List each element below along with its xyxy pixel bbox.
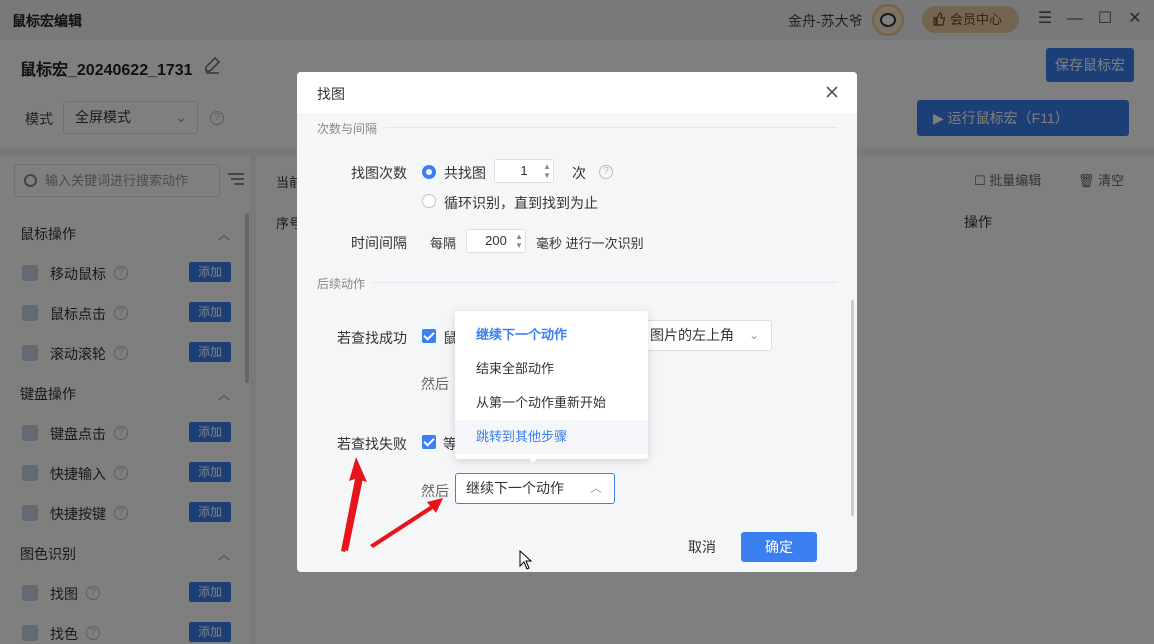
fail-label: 若查找失败 — [337, 436, 407, 452]
interval-value: 200 — [485, 233, 507, 248]
divider — [385, 127, 837, 128]
radio-loop[interactable] — [422, 194, 436, 208]
divider — [373, 282, 837, 283]
fail-action-dropdown: 继续下一个动作 结束全部动作 从第一个动作重新开始 跳转到其他步骤 — [455, 311, 648, 459]
click-position-select[interactable]: 图片的左上角 ⌄ — [637, 320, 772, 351]
click-position-value: 图片的左上角 — [650, 327, 734, 343]
section-count-interval: 次数与间隔 — [317, 122, 378, 136]
help-icon[interactable]: ? — [599, 165, 613, 179]
times-unit: 次 — [572, 165, 586, 181]
count-stepper[interactable]: 1 ▲ ▼ — [494, 159, 554, 183]
dialog-title: 找图 — [317, 86, 345, 102]
fail-checkbox[interactable] — [422, 435, 436, 449]
option-end-all[interactable]: 结束全部动作 — [455, 352, 648, 386]
chevron-down-icon[interactable]: ▼ — [543, 172, 551, 180]
chevron-up-icon: ︿ — [589, 481, 602, 495]
cancel-button[interactable]: 取消 — [677, 532, 727, 562]
close-icon[interactable] — [824, 84, 840, 100]
interval-unit: 毫秒 进行一次识别 — [536, 236, 644, 251]
dropdown-pointer — [527, 457, 539, 463]
section-follow-up: 后续动作 — [317, 277, 366, 291]
every-label: 每隔 — [430, 236, 457, 251]
success-checkbox[interactable] — [422, 329, 436, 343]
radio-loop-label: 循环识别，直到找到为止 — [444, 195, 598, 211]
count-value: 1 — [520, 163, 528, 178]
chevron-up-icon[interactable]: ▲ — [515, 233, 523, 241]
chevron-down-icon[interactable]: ▼ — [515, 242, 523, 250]
mouse-cursor-icon — [519, 550, 533, 570]
interval-stepper[interactable]: 200 ▲ ▼ — [466, 229, 526, 253]
option-restart-first[interactable]: 从第一个动作重新开始 — [455, 386, 648, 420]
fail-action-select[interactable]: 继续下一个动作 ︿ — [455, 473, 615, 504]
option-continue-next[interactable]: 继续下一个动作 — [455, 318, 648, 352]
find-count-label: 找图次数 — [351, 165, 407, 181]
radio-total-count[interactable] — [422, 165, 436, 179]
then-label-success: 然后 — [421, 376, 449, 392]
success-label: 若查找成功 — [337, 330, 407, 346]
dialog-scrollbar[interactable] — [851, 300, 854, 516]
chevron-up-icon[interactable]: ▲ — [543, 163, 551, 171]
interval-label: 时间间隔 — [351, 235, 407, 251]
confirm-button[interactable]: 确定 — [741, 532, 817, 562]
then-label-fail: 然后 — [421, 483, 449, 499]
chevron-down-icon: ⌄ — [748, 328, 759, 342]
radio-total-label: 共找图 — [444, 165, 486, 181]
fail-action-value: 继续下一个动作 — [466, 480, 564, 496]
dialog-header: 找图 — [297, 72, 857, 113]
option-jump-to-step[interactable]: 跳转到其他步骤 — [455, 420, 648, 454]
